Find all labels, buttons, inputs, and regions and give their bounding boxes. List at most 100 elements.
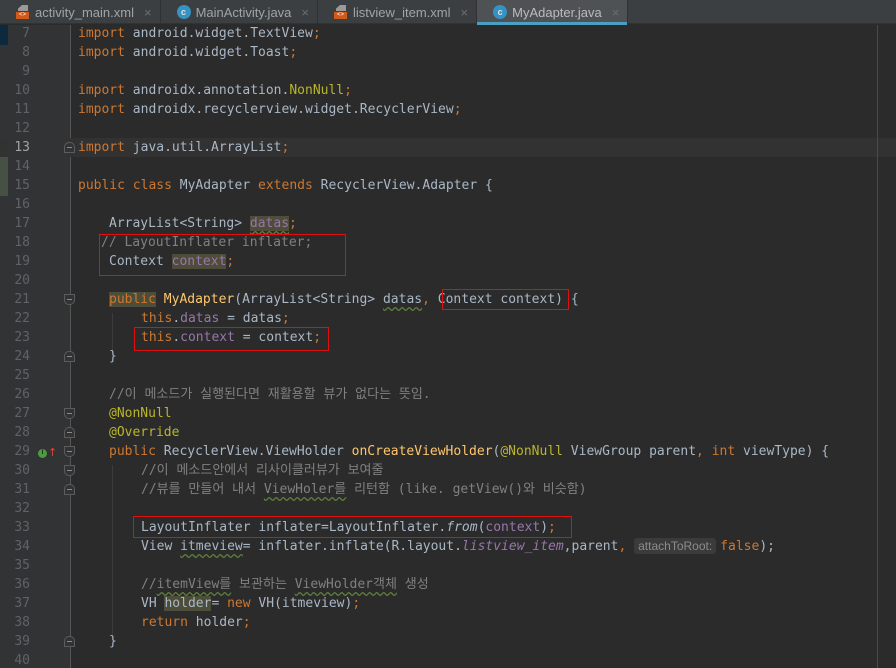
code-line: 9	[0, 62, 896, 81]
semicolon: ;	[352, 596, 361, 611]
code-line: 11 import androidx.recyclerview.widget.R…	[0, 100, 896, 119]
keyword-import: import	[78, 45, 125, 60]
line-number: 36	[14, 577, 30, 592]
highlight-box	[134, 327, 329, 351]
line-number: 20	[14, 273, 30, 288]
code-text: android.widget.TextView	[124, 26, 313, 41]
comment: 생성	[396, 577, 429, 592]
arrow-up-icon: ↑	[48, 446, 58, 459]
code-text: RecyclerView.ViewHolder	[155, 444, 352, 459]
fold-toggle-icon[interactable]	[64, 351, 75, 362]
code-text: ArrayList<String>	[109, 216, 250, 231]
keyword-import: import	[78, 102, 125, 117]
close-icon[interactable]: ×	[612, 5, 620, 20]
fold-toggle-icon[interactable]	[64, 484, 75, 495]
java-class-icon: c	[493, 5, 508, 19]
fold-toggle-icon[interactable]	[64, 142, 75, 153]
comment: ViewHolder객체	[294, 577, 397, 592]
comment: //이 메소드가 실행된다면 재활용할 뷰가 없다는 뜻임.	[109, 387, 431, 402]
method-name: MyAdapter	[163, 292, 235, 307]
code-text: androidx.annotation.	[124, 83, 290, 98]
annotation-name: NonNull	[289, 83, 345, 98]
code-line: 39 }	[0, 632, 896, 651]
fold-toggle-icon[interactable]	[64, 427, 75, 438]
semicolon: ;	[453, 102, 462, 117]
line-number: 16	[14, 197, 30, 212]
line-number: 29	[14, 444, 30, 459]
close-icon[interactable]: ×	[301, 5, 309, 20]
param-name: datas	[382, 292, 423, 307]
code-text: androidx.recyclerview.widget.RecyclerVie…	[124, 102, 454, 117]
keyword: return	[141, 615, 188, 630]
code-text: View	[141, 539, 181, 554]
line-number: 34	[14, 539, 30, 554]
tab-activity-main-xml[interactable]: <> activity_main.xml ×	[0, 0, 161, 24]
code-line: 30 //이 메소드안에서 리사이클러뷰가 보여줄	[0, 461, 896, 480]
semicolon: ;	[281, 311, 290, 326]
keyword: false	[720, 539, 760, 554]
fold-toggle-icon[interactable]	[64, 465, 75, 476]
code-text: viewType) {	[735, 444, 830, 459]
java-class-icon: c	[176, 5, 191, 19]
line-number: 12	[14, 121, 30, 136]
override-marker[interactable]: I ↑	[38, 446, 58, 460]
code-line: 35	[0, 556, 896, 575]
code-line: 31 //뷰를 만들어 내서 ViewHoler를 리턴함 (like. get…	[0, 480, 896, 499]
code-text: java.util.ArrayList	[124, 140, 282, 155]
line-number: 23	[14, 330, 30, 345]
line-number: 39	[14, 634, 30, 649]
tab-mainactivity-java[interactable]: c MainActivity.java ×	[161, 0, 318, 24]
line-number: 11	[14, 102, 30, 117]
field-name: datas	[180, 311, 220, 326]
code-line: 8 import android.widget.Toast;	[0, 43, 896, 62]
highlight-box	[99, 234, 346, 276]
code-line: 17 ArrayList<String> datas;	[0, 214, 896, 233]
line-number: 35	[14, 558, 30, 573]
annotation: @NonNull	[109, 406, 172, 421]
comment: //뷰를 만들어 내서	[141, 482, 264, 497]
semicolon: ;	[312, 26, 321, 41]
line-number: 27	[14, 406, 30, 421]
comment: 보관하는	[231, 577, 295, 592]
code-text: = datas	[219, 311, 282, 326]
comment: 리턴함 (like. getView()와 비슷함)	[346, 482, 587, 497]
code-text: }	[109, 349, 117, 364]
code-line: 22 this.datas = datas;	[0, 309, 896, 328]
tab-listview-item-xml[interactable]: <> listview_item.xml ×	[318, 0, 478, 24]
dot: .	[172, 311, 181, 326]
keyword: public	[109, 292, 156, 307]
fold-toggle-icon[interactable]	[64, 446, 75, 457]
fold-toggle-icon[interactable]	[64, 408, 75, 419]
keyword: int	[711, 444, 736, 459]
code-text: VH	[141, 596, 165, 611]
tab-label: MyAdapter.java	[512, 4, 602, 20]
tab-label: listview_item.xml	[353, 4, 451, 20]
line-number: 8	[22, 45, 30, 60]
close-icon[interactable]: ×	[144, 5, 152, 20]
code-line: 25	[0, 366, 896, 385]
implements-icon: I	[38, 449, 47, 458]
code-line: 12	[0, 119, 896, 138]
code-text: =	[211, 596, 228, 611]
line-number: 7	[22, 26, 30, 41]
line-number: 17	[14, 216, 30, 231]
line-number: 10	[14, 83, 30, 98]
close-icon[interactable]: ×	[461, 5, 469, 20]
comment: itemView를	[156, 577, 232, 592]
line-number: 40	[14, 653, 30, 668]
code-text: ,parent	[563, 539, 619, 554]
comment: ViewHoler를	[263, 482, 347, 497]
code-text: holder	[187, 615, 243, 630]
semicolon: ;	[281, 140, 290, 155]
tab-label: activity_main.xml	[35, 4, 134, 20]
fold-toggle-icon[interactable]	[64, 294, 75, 305]
xml-layout-icon: <>	[334, 5, 348, 19]
tab-myadapter-java[interactable]: c MyAdapter.java ×	[477, 0, 629, 25]
parameter-hint: attachToRoot:	[634, 538, 717, 554]
resource-id: listview_item	[461, 539, 564, 554]
semicolon: ;	[344, 83, 352, 98]
line-number: 38	[14, 615, 30, 630]
fold-toggle-icon[interactable]	[64, 636, 75, 647]
